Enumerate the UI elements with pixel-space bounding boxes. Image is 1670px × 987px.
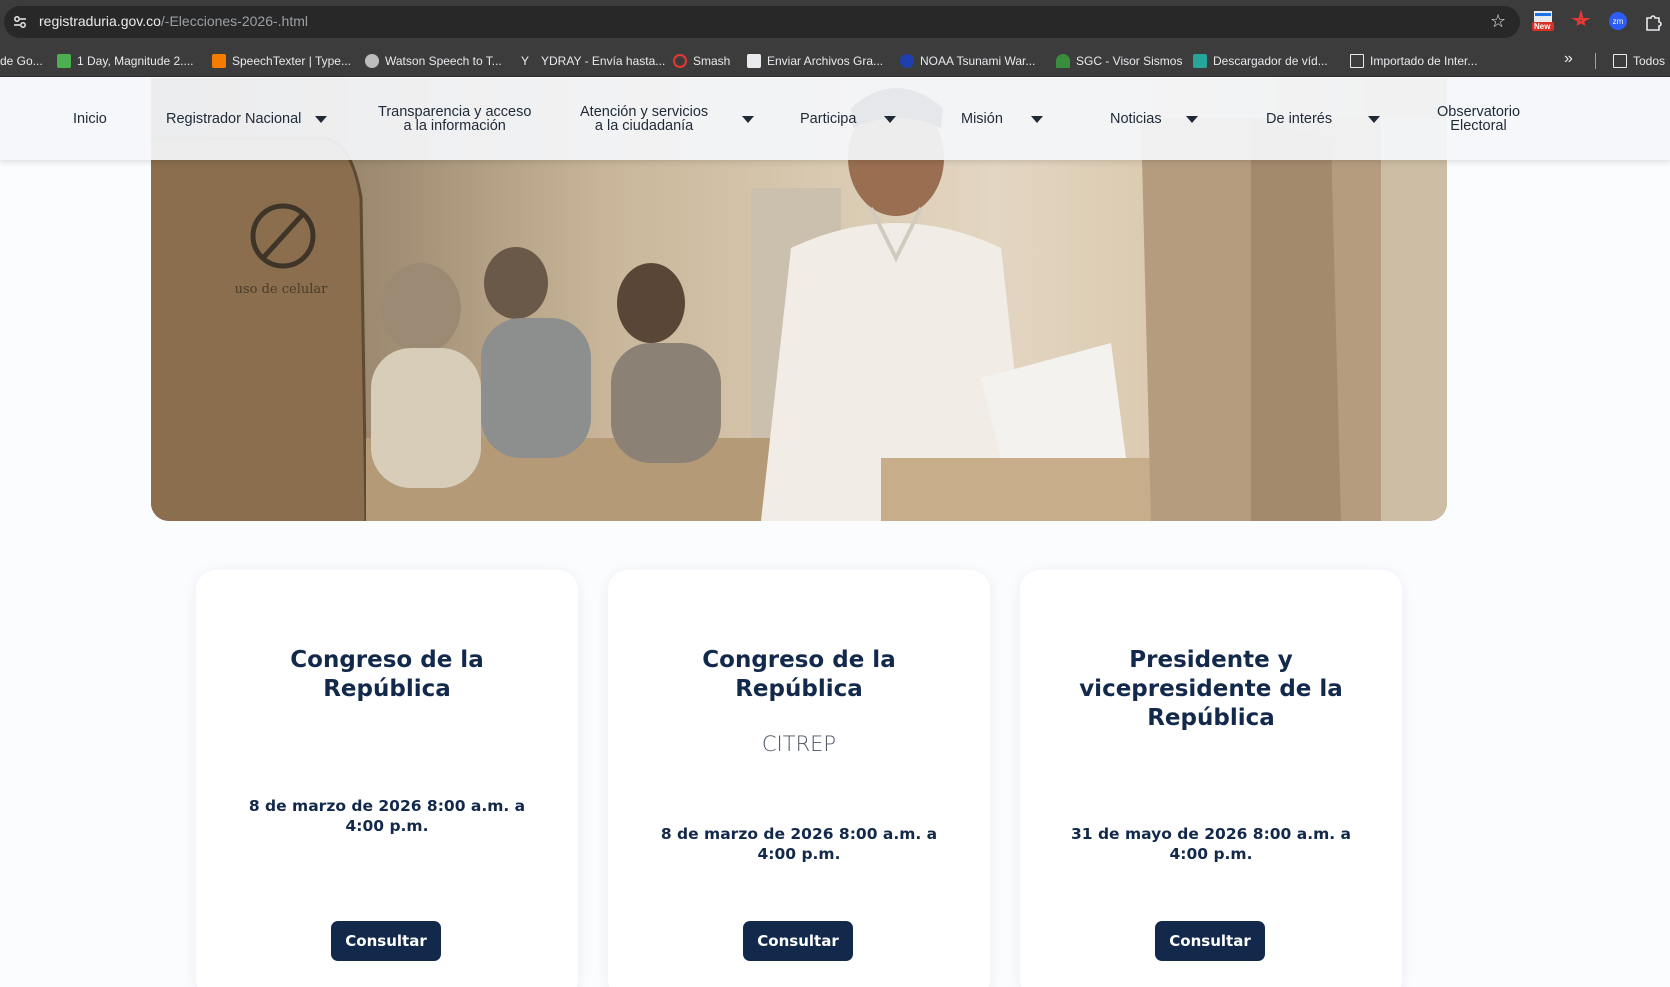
site-settings-icon[interactable] bbox=[12, 14, 28, 30]
card-subtitle: CITREP bbox=[761, 732, 837, 756]
svg-text:zm: zm bbox=[1613, 17, 1624, 26]
bookmark-item[interactable]: SpeechTexter | Type... bbox=[212, 52, 351, 70]
bookmark-folder[interactable]: Importado de Inter... bbox=[1350, 52, 1477, 70]
pdf-extension-icon[interactable] bbox=[1570, 9, 1592, 32]
bookmark-item[interactable]: Smash bbox=[673, 52, 730, 70]
bookmark-item[interactable]: NOAA Tsunami War... bbox=[900, 52, 1035, 70]
bookmark-label: SGC - Visor Sismos bbox=[1076, 54, 1183, 68]
nav-item-transparencia[interactable]: Transparencia y acceso a la información bbox=[378, 78, 531, 160]
bookmark-item[interactable]: 1 Day, Magnitude 2.... bbox=[57, 52, 194, 70]
bookmarks-overflow-icon[interactable]: » bbox=[1564, 50, 1573, 68]
sgc-icon bbox=[1056, 54, 1070, 68]
folder-icon bbox=[1613, 54, 1627, 68]
consultar-button[interactable]: Consultar bbox=[331, 921, 441, 961]
caret-down-icon bbox=[1030, 115, 1043, 123]
card-date: 8 de marzo de 2026 8:00 a.m. a 4:00 p.m. bbox=[248, 797, 526, 835]
noaa-icon bbox=[900, 54, 914, 68]
bookmark-label: 1 Day, Magnitude 2.... bbox=[77, 54, 194, 68]
bookmark-label: Todos bbox=[1633, 54, 1666, 68]
browser-toolbar: registraduria.gov.co/-Elecciones-2026-.h… bbox=[0, 0, 1670, 44]
caret-down-icon bbox=[884, 115, 897, 123]
extension-badge: New bbox=[1534, 22, 1551, 31]
bookmark-star-icon[interactable]: ☆ bbox=[1490, 11, 1506, 31]
nav-item-mision[interactable]: Misión bbox=[961, 78, 1043, 160]
enviar-archivos-icon bbox=[747, 54, 761, 68]
bookmark-item[interactable]: Y YDRAY - Envía hasta... bbox=[521, 52, 665, 70]
booth-sign-text: uso de celular bbox=[235, 282, 329, 297]
bookmark-item[interactable]: Watson Speech to T... bbox=[365, 52, 502, 70]
bookmark-label: SpeechTexter | Type... bbox=[232, 54, 351, 68]
consultar-button[interactable]: Consultar bbox=[1155, 921, 1265, 961]
bookmarks-divider bbox=[1595, 53, 1596, 69]
bookmark-label: de Go... bbox=[0, 54, 43, 68]
downloader-icon bbox=[1193, 54, 1207, 68]
nav-label: Inicio bbox=[73, 111, 107, 127]
nav-item-de-interes[interactable]: De interés bbox=[1266, 78, 1381, 160]
bookmark-item[interactable]: de Go... bbox=[0, 52, 43, 70]
watson-icon bbox=[365, 54, 379, 68]
nav-item-participa[interactable]: Participa bbox=[800, 78, 897, 160]
web-page: uso de celular Inicio Registrador Nacion… bbox=[0, 78, 1670, 987]
ydray-icon: Y bbox=[521, 54, 530, 68]
card-date: 31 de mayo de 2026 8:00 a.m. a 4:00 p.m. bbox=[1071, 825, 1351, 863]
bookmark-item[interactable]: Enviar Archivos Gra... bbox=[747, 52, 883, 70]
extension-new-icon[interactable]: New bbox=[1532, 10, 1554, 32]
consultar-button[interactable]: Consultar bbox=[743, 921, 853, 961]
nav-label: Atención y servicios a la ciudadanía bbox=[580, 104, 709, 134]
bookmark-label: Descargador de víd... bbox=[1213, 54, 1328, 68]
caret-down-icon bbox=[315, 115, 328, 123]
main-navigation: Inicio Registrador Nacional Transparenci… bbox=[0, 78, 1670, 160]
nav-label: Noticias bbox=[1110, 111, 1162, 127]
bookmark-label: Importado de Inter... bbox=[1370, 54, 1478, 68]
nav-label: Participa bbox=[800, 111, 857, 127]
bookmark-item[interactable]: SGC - Visor Sismos bbox=[1056, 52, 1182, 70]
card-title: Presidente y vicepresidente de la Repúbl… bbox=[1079, 647, 1343, 731]
nav-item-noticias[interactable]: Noticias bbox=[1110, 78, 1198, 160]
bookmark-label: Smash bbox=[693, 54, 731, 68]
extensions-puzzle-icon[interactable] bbox=[1643, 10, 1665, 32]
nav-label: De interés bbox=[1266, 111, 1333, 127]
folder-icon bbox=[1350, 54, 1364, 68]
caret-down-icon bbox=[1368, 115, 1381, 123]
nav-item-observatorio-electoral[interactable]: Observatorio Electoral bbox=[1437, 78, 1520, 160]
url-path: /-Elecciones-2026-.html bbox=[160, 13, 308, 29]
bookmarks-bar: de Go... 1 Day, Magnitude 2.... SpeechTe… bbox=[0, 44, 1670, 77]
bookmark-label: NOAA Tsunami War... bbox=[920, 54, 1036, 68]
nav-item-atencion-ciudadania[interactable]: Atención y servicios a la ciudadanía bbox=[580, 78, 755, 160]
url-text[interactable]: registraduria.gov.co/-Elecciones-2026-.h… bbox=[39, 13, 308, 29]
nav-item-registrador-nacional[interactable]: Registrador Nacional bbox=[166, 78, 328, 160]
nav-label: Registrador Nacional bbox=[166, 111, 302, 127]
earthquake-chart-icon bbox=[57, 54, 71, 68]
nav-label: Observatorio Electoral bbox=[1437, 104, 1521, 134]
caret-down-icon bbox=[742, 115, 755, 123]
address-bar[interactable]: registraduria.gov.co/-Elecciones-2026-.h… bbox=[4, 6, 1520, 38]
bookmark-label: YDRAY - Envía hasta... bbox=[541, 54, 666, 68]
bookmark-label: Enviar Archivos Gra... bbox=[767, 54, 884, 68]
nav-label: Transparencia y acceso a la información bbox=[378, 104, 532, 134]
card-date: 8 de marzo de 2026 8:00 a.m. a 4:00 p.m. bbox=[660, 825, 938, 863]
caret-down-icon bbox=[1185, 115, 1198, 123]
zoom-extension-icon[interactable]: zm bbox=[1607, 10, 1629, 32]
bookmark-folder-all[interactable]: Todos bbox=[1613, 52, 1665, 70]
bookmark-label: Watson Speech to T... bbox=[385, 54, 502, 68]
speechtexter-icon bbox=[212, 54, 226, 68]
card-title: Congreso de la República bbox=[290, 647, 484, 702]
card-title: Congreso de la República bbox=[702, 647, 896, 702]
nav-item-inicio[interactable]: Inicio bbox=[73, 78, 107, 160]
url-host: registraduria.gov.co bbox=[39, 13, 161, 29]
bookmark-item[interactable]: Descargador de víd... bbox=[1193, 52, 1328, 70]
smash-icon bbox=[673, 54, 687, 68]
nav-label: Misión bbox=[961, 111, 1003, 127]
